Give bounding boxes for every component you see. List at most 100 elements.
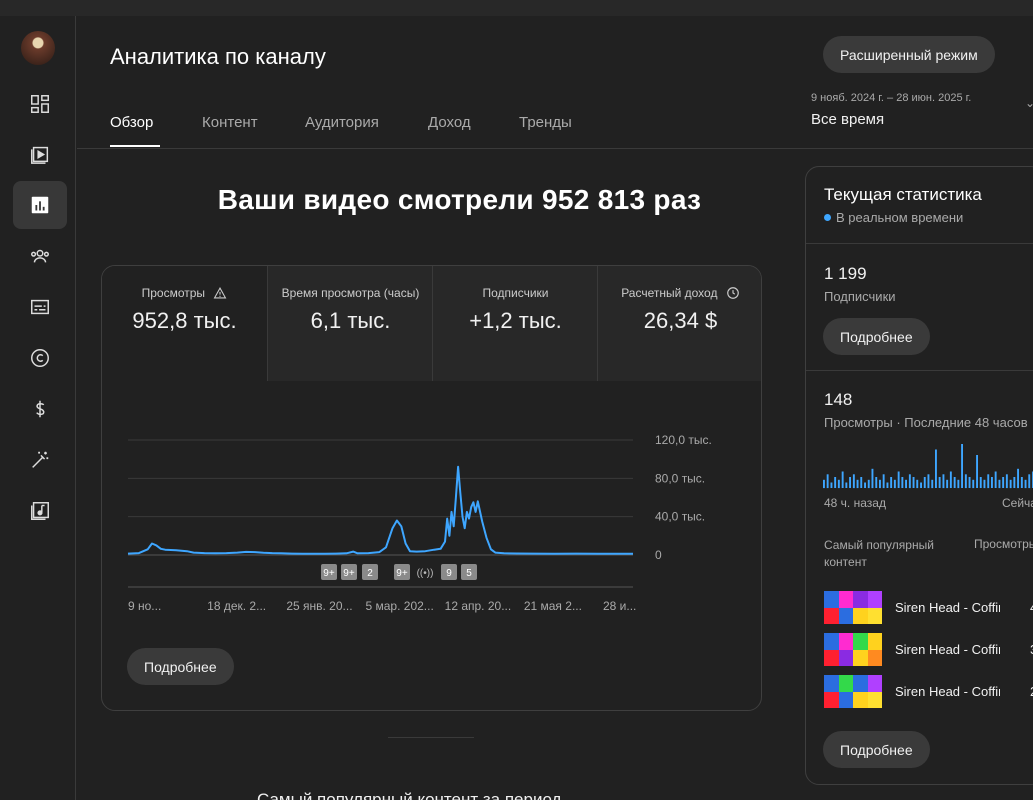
sidebar-item-dashboard[interactable] bbox=[13, 80, 67, 128]
tab-trends[interactable]: Тренды bbox=[519, 114, 572, 131]
metric-label: Подписчики bbox=[482, 286, 549, 300]
sidebar-item-copyright[interactable] bbox=[13, 334, 67, 382]
x-tick-label: 28 и... bbox=[603, 599, 636, 613]
event-badge-label: 9 bbox=[446, 568, 452, 579]
subtitles-icon bbox=[31, 299, 49, 315]
realtime-bar bbox=[897, 471, 900, 488]
list-item[interactable]: Siren Head - Coffin Dance 4 bbox=[824, 591, 1033, 625]
x-tick-label: 12 апр. 20... bbox=[445, 599, 512, 613]
realtime-details-button[interactable]: Подробнее bbox=[823, 318, 930, 355]
dashboard-icon bbox=[31, 95, 49, 113]
tab-audience[interactable]: Аудитория bbox=[305, 114, 379, 131]
realtime-bar bbox=[890, 477, 893, 488]
event-badge-label: 9+ bbox=[396, 568, 408, 579]
realtime-bar bbox=[949, 471, 952, 488]
realtime-views-label: Просмотры · Последние 48 часов bbox=[824, 415, 1028, 430]
sidebar-item-analytics[interactable] bbox=[13, 181, 67, 229]
realtime-bar bbox=[856, 479, 859, 489]
realtime-bar bbox=[923, 477, 926, 488]
popular-content-heading: Самый популярный контент за период bbox=[257, 790, 562, 800]
metric-value: 6,1 тыс. bbox=[310, 308, 391, 333]
realtime-bar bbox=[893, 479, 896, 489]
audio-library-icon bbox=[31, 502, 49, 520]
tab-revenue[interactable]: Доход bbox=[428, 114, 471, 131]
video-thumbnail bbox=[824, 675, 882, 708]
list-item[interactable]: Siren Head - Coffin Dance 3 bbox=[824, 633, 1033, 667]
realtime-bar bbox=[968, 477, 971, 488]
realtime-bar bbox=[886, 482, 889, 488]
x-tick-label: 21 мая 2... bbox=[524, 599, 582, 613]
date-range-selector[interactable]: Все время bbox=[811, 111, 884, 128]
sidebar-item-customize[interactable] bbox=[13, 436, 67, 484]
page-title: Аналитика по каналу bbox=[110, 44, 326, 69]
realtime-bar bbox=[927, 474, 930, 489]
views-series-line bbox=[127, 465, 633, 555]
metric-subscribers[interactable]: Подписчики +1,2 тыс. bbox=[433, 266, 598, 381]
realtime-bar bbox=[860, 477, 863, 488]
metric-views[interactable]: Просмотры 952,8 тыс. bbox=[102, 266, 267, 381]
realtime-bar bbox=[837, 479, 840, 489]
realtime-bar bbox=[987, 474, 990, 489]
realtime-bar bbox=[983, 479, 986, 489]
realtime-bar bbox=[849, 477, 851, 488]
event-badge-label: 5 bbox=[466, 568, 472, 579]
metric-label: Время просмотра (часы) bbox=[281, 286, 420, 300]
video-library-icon bbox=[31, 146, 49, 164]
realtime-bar bbox=[1020, 477, 1023, 488]
realtime-bar bbox=[1028, 474, 1031, 489]
realtime-bar bbox=[979, 477, 982, 488]
sidebar-item-audio[interactable] bbox=[13, 487, 67, 535]
tabs-divider bbox=[77, 148, 1033, 149]
video-title: Siren Head - Coffin Dance bbox=[895, 600, 1000, 615]
channel-avatar[interactable] bbox=[21, 31, 55, 65]
realtime-bar bbox=[830, 482, 833, 488]
y-tick-label: 40,0 тыс. bbox=[655, 510, 705, 524]
realtime-bar bbox=[961, 444, 963, 488]
realtime-bar bbox=[1024, 479, 1027, 489]
sidebar-item-community[interactable] bbox=[13, 232, 67, 280]
realtime-bar bbox=[938, 477, 941, 488]
sidebar-item-content[interactable] bbox=[13, 130, 67, 178]
x-tick-label: 18 дек. 2... bbox=[207, 599, 266, 613]
realtime-bar-chart bbox=[823, 444, 1033, 489]
people-icon bbox=[31, 249, 49, 263]
sidebar-item-earn[interactable] bbox=[13, 385, 67, 433]
overview-details-button[interactable]: Подробнее bbox=[127, 648, 234, 685]
realtime-bar bbox=[920, 482, 922, 488]
tab-content[interactable]: Контент bbox=[202, 114, 258, 131]
realtime-bar bbox=[957, 479, 960, 489]
realtime-bar bbox=[1002, 477, 1005, 488]
metric-watch-time[interactable]: Время просмотра (часы) 6,1 тыс. bbox=[268, 266, 433, 381]
video-thumbnail bbox=[824, 591, 882, 624]
metric-revenue[interactable]: Расчетный доход 26,34 $ bbox=[598, 266, 761, 381]
date-range-label: 9 нояб. 2024 г. – 28 июн. 2025 г. bbox=[811, 92, 972, 104]
overview-card: Просмотры 952,8 тыс. Время просмотра (ча… bbox=[101, 265, 762, 711]
magic-wand-icon bbox=[32, 451, 49, 468]
event-badge-label: 9+ bbox=[343, 568, 355, 579]
chevron-down-icon[interactable]: ⌄ bbox=[1025, 96, 1033, 110]
realtime-bar bbox=[875, 477, 878, 488]
realtime-bar bbox=[1017, 468, 1019, 489]
y-tick-label: 120,0 тыс. bbox=[655, 433, 712, 447]
warning-icon bbox=[214, 286, 227, 299]
popular-details-button[interactable]: Подробнее bbox=[823, 731, 930, 768]
realtime-views-value: 148 bbox=[824, 390, 853, 409]
realtime-bar bbox=[864, 482, 866, 488]
main-content: Аналитика по каналу Расширенный режим 9 … bbox=[77, 16, 1033, 800]
analytics-icon bbox=[31, 196, 49, 214]
y-tick-label: 80,0 тыс. bbox=[655, 471, 705, 485]
realtime-divider bbox=[806, 370, 1033, 371]
active-tab-indicator bbox=[110, 145, 160, 147]
advanced-mode-button[interactable]: Расширенный режим bbox=[823, 36, 995, 73]
tab-overview[interactable]: Обзор bbox=[110, 114, 153, 131]
realtime-bar bbox=[841, 471, 844, 488]
realtime-bar bbox=[991, 477, 993, 488]
list-item[interactable]: Siren Head - Coffin Dance 2 bbox=[824, 675, 1033, 709]
sidebar-item-subtitles[interactable] bbox=[13, 283, 67, 331]
realtime-bar bbox=[905, 479, 907, 489]
sidebar bbox=[0, 16, 76, 800]
realtime-bar bbox=[834, 477, 837, 488]
event-badge-label: ((•)) bbox=[417, 568, 434, 579]
realtime-bar bbox=[916, 479, 919, 489]
y-tick-label: 0 bbox=[655, 548, 662, 562]
